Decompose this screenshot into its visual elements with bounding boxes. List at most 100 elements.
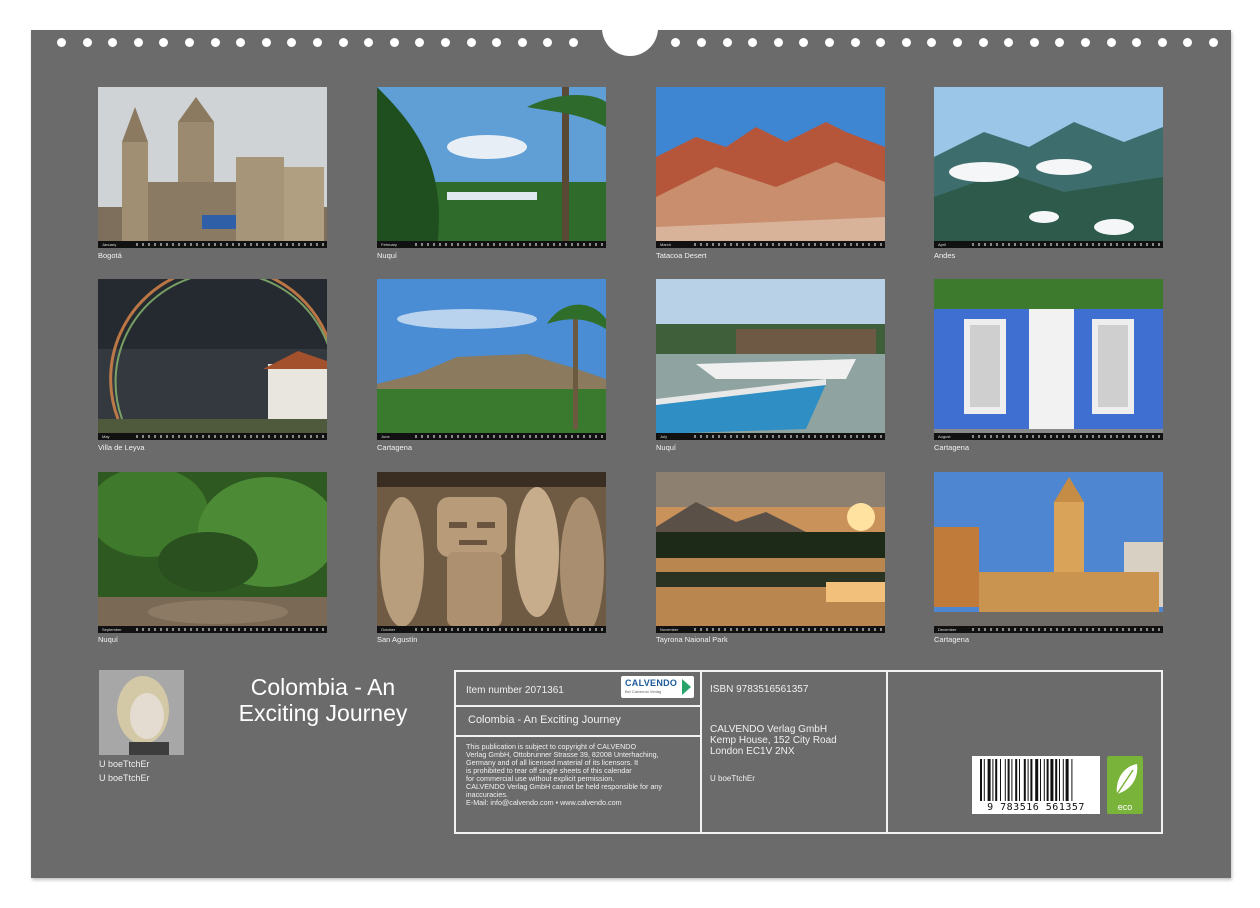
month-calendar-strip: September <box>98 626 327 633</box>
isbn-barcode: 9 783516 561357 <box>972 756 1100 814</box>
binding-hole <box>1158 38 1167 47</box>
photo-caption: Andes <box>934 251 956 260</box>
subtitle: Colombia - An Exciting Journey <box>468 714 621 726</box>
cathedral-photo <box>98 87 327 248</box>
author-credit: U boeTtchEr <box>710 774 755 783</box>
contact-line: E-Mail: info@calvendo.com • www.calvendo… <box>466 798 622 807</box>
binding-hole <box>927 38 936 47</box>
boats-photo <box>656 279 885 440</box>
calendar-back-sheet: January Bogotá February Nuquí March Tata… <box>31 26 1231 878</box>
binding-hole <box>313 38 322 47</box>
binding-hole <box>83 38 92 47</box>
barcode-bar <box>1004 759 1006 801</box>
photo-caption: Tatacoa Desert <box>656 251 707 260</box>
binding-hole <box>902 38 911 47</box>
logo-text: CALVENDO <box>625 678 678 688</box>
photo-thumbnail: March <box>656 87 885 248</box>
binding-hole <box>1004 38 1013 47</box>
binding-hole <box>569 38 578 47</box>
publisher-line: CALVENDO Verlag GmbH <box>710 724 828 735</box>
month-label: December <box>938 627 957 632</box>
barcode-bar <box>1065 759 1069 801</box>
binding-hole <box>262 38 271 47</box>
barcode-bar <box>992 759 994 801</box>
logo-subtext: Bei Calvendo Verlag <box>625 689 662 694</box>
item-number: Item number 2071361 <box>466 685 564 696</box>
photo-caption: Villa de Leyva <box>98 443 145 452</box>
photo-caption: Cartagena <box>377 443 413 452</box>
info-column-middle: ISBN 9783516561357 CALVENDO Verlag GmbH … <box>702 672 888 832</box>
blue-house-photo <box>934 279 1163 440</box>
barcode-bar <box>1019 759 1020 801</box>
photo-thumbnail: July <box>656 279 885 440</box>
month-label: May <box>102 434 110 439</box>
barcode-bar <box>1030 759 1033 801</box>
barcode-bar <box>1000 759 1001 801</box>
photo-thumbnail: October <box>377 472 606 633</box>
author-portrait <box>99 670 184 755</box>
binding-hole <box>134 38 143 47</box>
info-column-left: Item number 2071361 CALVENDO Bei Calvend… <box>456 672 702 832</box>
binding-hole <box>748 38 757 47</box>
month-label: July <box>660 434 668 439</box>
publisher-address: CALVENDO Verlag GmbH Kemp House, 152 Cit… <box>710 724 837 757</box>
barcode-bar <box>1027 759 1029 801</box>
photo-caption: Cartagena <box>934 635 970 644</box>
binding-hole <box>876 38 885 47</box>
barcode-bar <box>1023 759 1026 801</box>
month-calendar-strip: October <box>377 626 606 633</box>
month-calendar-strip: August <box>934 433 1163 440</box>
barcode-bar <box>1071 759 1073 801</box>
barcode-bar <box>1046 759 1049 801</box>
eco-label: eco <box>1117 802 1133 812</box>
month-calendar-strip: March <box>656 241 885 248</box>
month-label: February <box>381 242 398 247</box>
month-label: August <box>938 434 951 439</box>
binding-hole <box>799 38 808 47</box>
binding-hole <box>467 38 476 47</box>
barcode-bar <box>1050 759 1054 801</box>
photo-caption: Nuquí <box>656 443 677 452</box>
subtitle-cell: Colombia - An Exciting Journey <box>456 707 700 737</box>
month-calendar-strip: November <box>656 626 885 633</box>
binding-hole <box>723 38 732 47</box>
barcode-bar <box>1043 759 1045 801</box>
binding-hole <box>671 38 680 47</box>
photo-caption: San Agustín <box>377 635 418 644</box>
month-label: September <box>102 627 122 632</box>
binding-hole <box>1030 38 1039 47</box>
binding-hole <box>825 38 834 47</box>
binding-hole <box>979 38 988 47</box>
binding-hole <box>953 38 962 47</box>
month-calendar-strip: February <box>377 241 606 248</box>
publication-info-box: Item number 2071361 CALVENDO Bei Calvend… <box>454 670 1163 834</box>
binding-hole <box>57 38 66 47</box>
statue-photo <box>377 472 606 633</box>
copyright-notice: This publication is subject to copyright… <box>466 743 696 807</box>
author-name: U boeTtchEr <box>99 773 150 783</box>
binding-hole <box>774 38 783 47</box>
binding-hole <box>364 38 373 47</box>
barcode-bar <box>1059 759 1060 801</box>
clock-tower-photo <box>934 472 1163 633</box>
fortress-photo <box>377 279 606 440</box>
month-label: November <box>660 627 679 632</box>
barcode-digits: 9 783516 561357 <box>987 802 1085 813</box>
leaf-icon <box>1116 764 1138 795</box>
binding-hole <box>851 38 860 47</box>
binding-hole <box>236 38 245 47</box>
photo-thumbnail: June <box>377 279 606 440</box>
barcode-bar <box>1015 759 1018 801</box>
calendar-title: Colombia - An Exciting Journey <box>238 674 408 726</box>
barcode-bar <box>1011 759 1013 801</box>
photo-thumbnail: December <box>934 472 1163 633</box>
binding-hole <box>1107 38 1116 47</box>
desert-photo <box>656 87 885 248</box>
mountains-photo <box>934 87 1163 248</box>
binding-hole <box>211 38 220 47</box>
month-label: June <box>381 434 390 439</box>
binding-hole <box>1132 38 1141 47</box>
sunset-photo <box>656 472 885 633</box>
publisher-line: London EC1V 2NX <box>710 746 795 757</box>
photo-thumbnail: May <box>98 279 327 440</box>
